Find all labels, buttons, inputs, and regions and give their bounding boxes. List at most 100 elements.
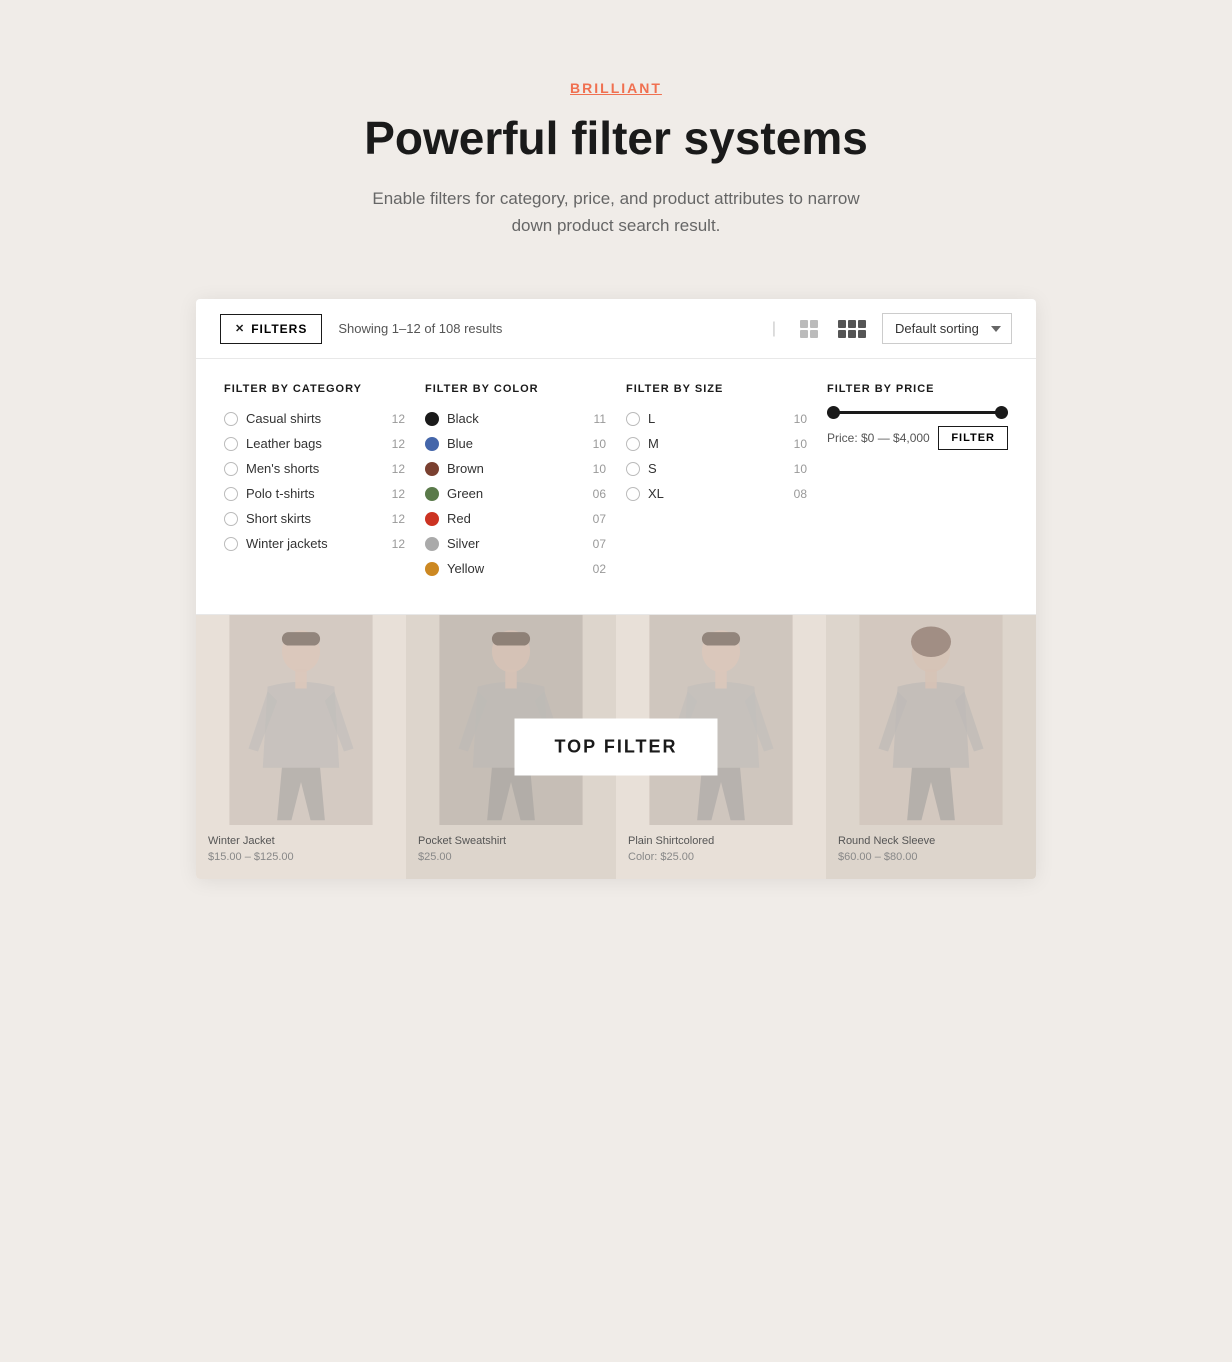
list-item[interactable]: Men's shorts 12 xyxy=(224,461,405,476)
main-card: ✕ FILTERS Showing 1–12 of 108 results | … xyxy=(196,299,1036,879)
filter-count: 10 xyxy=(593,437,606,451)
filter-count: 10 xyxy=(593,462,606,476)
filter-label: Casual shirts xyxy=(246,411,321,426)
grid-cell xyxy=(810,330,818,338)
filter-count: 07 xyxy=(593,512,606,526)
filter-radio[interactable] xyxy=(224,487,238,501)
list-item[interactable]: XL 08 xyxy=(626,486,807,501)
filter-count: 12 xyxy=(392,412,405,426)
table-row[interactable]: Round Neck Sleeve $60.00 – $80.00 xyxy=(826,615,1036,879)
list-item[interactable]: Red 07 xyxy=(425,511,606,526)
grid-cell xyxy=(810,320,818,328)
list-item[interactable]: Short skirts 12 xyxy=(224,511,405,526)
list-item[interactable]: Brown 10 xyxy=(425,461,606,476)
list-item[interactable]: S 10 xyxy=(626,461,807,476)
filter-label: Men's shorts xyxy=(246,461,319,476)
filter-item-left: Short skirts xyxy=(224,511,311,526)
list-item[interactable]: M 10 xyxy=(626,436,807,451)
filter-item-left: Green xyxy=(425,486,483,501)
list-item[interactable]: Silver 07 xyxy=(425,536,606,551)
list-item[interactable]: Yellow 02 xyxy=(425,561,606,576)
filter-label: Polo t-shirts xyxy=(246,486,315,501)
price-filter: Filter by price Price: $0 — $4,000 FILTE… xyxy=(827,383,1008,586)
filter-label: Brown xyxy=(447,461,484,476)
grid-cell xyxy=(848,330,856,338)
product-image xyxy=(826,615,1036,825)
product-price: $15.00 – $125.00 xyxy=(208,851,394,863)
filter-radio[interactable] xyxy=(224,512,238,526)
price-slider-thumb-max[interactable] xyxy=(995,406,1008,419)
filter-radio[interactable] xyxy=(626,462,640,476)
filter-count: 10 xyxy=(794,412,807,426)
sort-select[interactable]: Default sorting xyxy=(882,313,1012,344)
filter-label: Yellow xyxy=(447,561,484,576)
filters-label: FILTERS xyxy=(251,322,307,336)
price-slider-track[interactable] xyxy=(827,411,1008,414)
filter-item-left: Winter jackets xyxy=(224,536,328,551)
list-item[interactable]: Green 06 xyxy=(425,486,606,501)
filter-radio[interactable] xyxy=(224,537,238,551)
color-dot xyxy=(425,487,439,501)
filter-radio[interactable] xyxy=(626,412,640,426)
grid-cell xyxy=(858,320,866,328)
filter-radio[interactable] xyxy=(626,437,640,451)
color-filter-title: Filter by color xyxy=(425,383,606,395)
filter-label: Red xyxy=(447,511,471,526)
filter-label: M xyxy=(648,436,659,451)
product-image xyxy=(196,615,406,825)
product-info: Pocket Sweatshirt $25.00 xyxy=(406,825,616,863)
filter-label: S xyxy=(648,461,657,476)
list-item[interactable]: Black 11 xyxy=(425,411,606,426)
product-info: Plain Shirtcolored Color: $25.00 xyxy=(616,825,826,863)
filter-item-left: Casual shirts xyxy=(224,411,321,426)
list-item[interactable]: L 10 xyxy=(626,411,807,426)
table-row[interactable]: Winter Jacket $15.00 – $125.00 xyxy=(196,615,406,879)
close-icon: ✕ xyxy=(235,322,245,335)
filter-radio[interactable] xyxy=(224,412,238,426)
filter-item-left: Polo t-shirts xyxy=(224,486,315,501)
filter-item-left: Silver xyxy=(425,536,480,551)
grid-cell xyxy=(848,320,856,328)
filter-radio[interactable] xyxy=(224,462,238,476)
page-header: BRILLIANT Powerful filter systems Enable… xyxy=(356,80,876,239)
page-title: Powerful filter systems xyxy=(356,112,876,165)
price-slider-thumb-min[interactable] xyxy=(827,406,840,419)
grid-3-view-button[interactable] xyxy=(838,320,866,338)
price-range-text: Price: $0 — $4,000 xyxy=(827,431,930,445)
list-item[interactable]: Winter jackets 12 xyxy=(224,536,405,551)
color-dot xyxy=(425,437,439,451)
grid-cell xyxy=(800,330,808,338)
color-dot xyxy=(425,562,439,576)
filter-item-left: L xyxy=(626,411,655,426)
filter-count: 12 xyxy=(392,437,405,451)
filter-radio[interactable] xyxy=(224,437,238,451)
price-filter-apply-button[interactable]: FILTER xyxy=(938,426,1008,450)
color-dot xyxy=(425,462,439,476)
filter-label: Blue xyxy=(447,436,473,451)
list-item[interactable]: Blue 10 xyxy=(425,436,606,451)
filter-item-left: Yellow xyxy=(425,561,484,576)
top-filter-overlay: TOP FILTER xyxy=(514,719,717,776)
list-item[interactable]: Polo t-shirts 12 xyxy=(224,486,405,501)
product-name: Plain Shirtcolored xyxy=(628,835,814,847)
filter-radio[interactable] xyxy=(626,487,640,501)
product-name: Winter Jacket xyxy=(208,835,394,847)
filter-label: Green xyxy=(447,486,483,501)
grid-2-view-button[interactable] xyxy=(800,320,818,338)
category-filter: Filter by category Casual shirts 12 Leat… xyxy=(224,383,405,586)
price-info: Price: $0 — $4,000 FILTER xyxy=(827,426,1008,450)
grid-cell xyxy=(858,330,866,338)
list-item[interactable]: Casual shirts 12 xyxy=(224,411,405,426)
filter-panel: Filter by category Casual shirts 12 Leat… xyxy=(196,359,1036,615)
list-item[interactable]: Leather bags 12 xyxy=(224,436,405,451)
filters-button[interactable]: ✕ FILTERS xyxy=(220,314,322,344)
filter-item-left: Men's shorts xyxy=(224,461,319,476)
page-description: Enable filters for category, price, and … xyxy=(356,185,876,239)
filter-item-left: Brown xyxy=(425,461,484,476)
filter-count: 11 xyxy=(594,412,606,426)
filter-count: 08 xyxy=(794,487,807,501)
filter-item-left: M xyxy=(626,436,659,451)
filter-label: Winter jackets xyxy=(246,536,328,551)
filter-label: Short skirts xyxy=(246,511,311,526)
product-price: $25.00 xyxy=(418,851,604,863)
